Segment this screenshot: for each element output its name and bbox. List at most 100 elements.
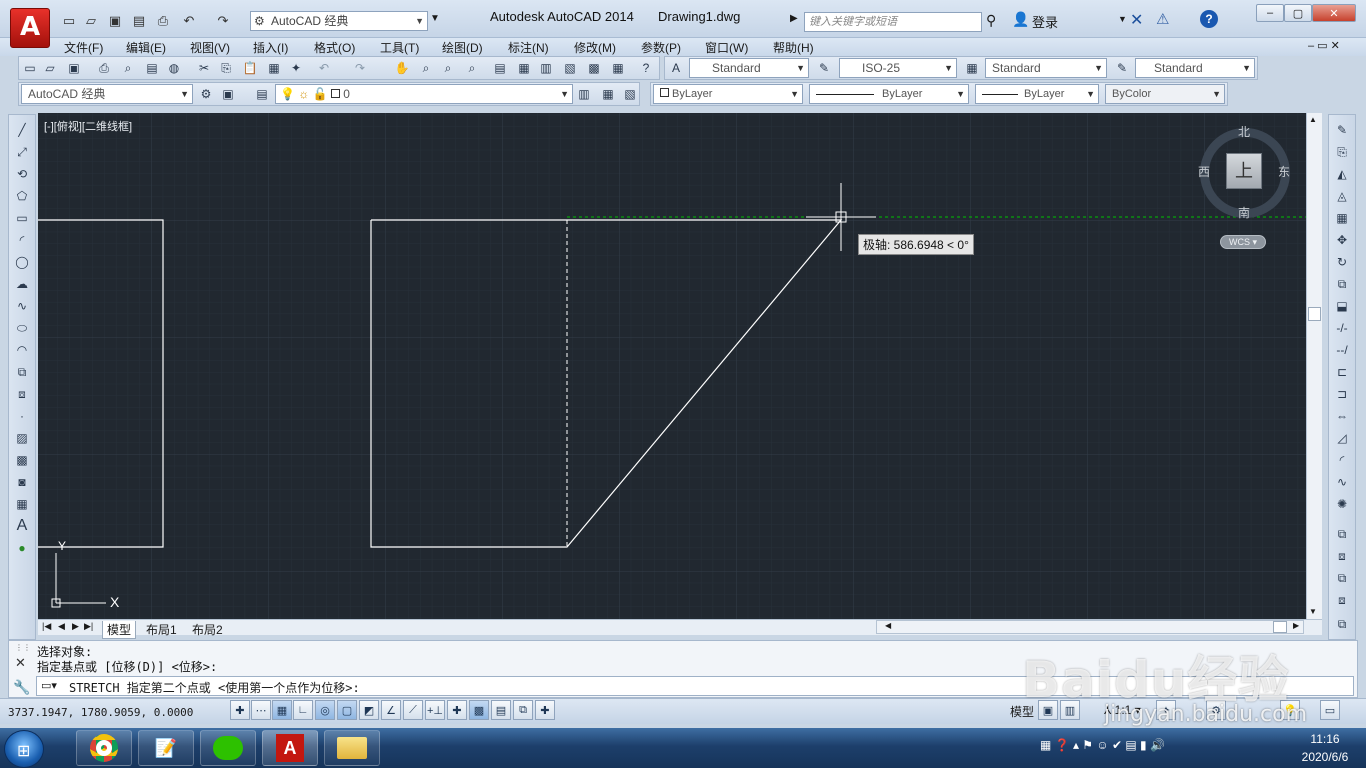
viewcube-north[interactable]: 北 <box>1238 123 1250 140</box>
print-icon[interactable]: ⎙ <box>154 12 172 30</box>
revision-cloud-icon[interactable]: ☁ <box>13 275 31 293</box>
chamfer-icon[interactable]: ◿ <box>1333 429 1351 447</box>
blend-curves-icon[interactable]: ∿ <box>1333 473 1351 491</box>
linetype-dropdown[interactable]: ByLayer ▼ <box>809 84 969 104</box>
layer-states-icon[interactable]: ▧ <box>621 85 639 103</box>
lineweight-display-icon[interactable]: ✚ <box>447 700 467 720</box>
taskbar-chrome[interactable] <box>76 730 132 766</box>
taskbar-notepad[interactable]: 📝 <box>138 730 194 766</box>
polygon-icon[interactable]: ⬠ <box>13 187 31 205</box>
horizontal-scroll-thumb[interactable] <box>1273 621 1287 633</box>
application-menu-button[interactable]: A <box>10 8 50 48</box>
layer-previous-icon[interactable]: ▦ <box>599 85 617 103</box>
clean-screen-icon[interactable]: ▭ <box>1320 700 1340 720</box>
multileader-style-icon[interactable]: ✎ <box>1113 59 1131 77</box>
construction-line-icon[interactable]: ⤢ <box>13 143 31 161</box>
menu-parametric[interactable]: 参数(P) <box>641 39 681 56</box>
tool-palettes-icon[interactable]: ▥ <box>537 59 555 77</box>
drawing-canvas[interactable]: Y X [-][俯视][二维线框] 极轴: 586.6948 < 0° 上 北 … <box>38 113 1306 619</box>
ellipse-arc-icon[interactable]: ◠ <box>13 341 31 359</box>
make-block-icon[interactable]: ⧈ <box>13 385 31 403</box>
polyline-icon[interactable]: ⟲ <box>13 165 31 183</box>
menu-window[interactable]: 窗口(W) <box>705 39 748 56</box>
tab-last-icon[interactable]: ▶| <box>84 621 93 632</box>
stretch-icon[interactable]: ⬓ <box>1333 297 1351 315</box>
point-icon[interactable]: · <box>13 407 31 425</box>
add-selected-icon[interactable]: ● <box>13 539 31 557</box>
properties-icon[interactable]: ▤ <box>491 59 509 77</box>
gradient-icon[interactable]: ▩ <box>13 451 31 469</box>
dim-style-icon[interactable]: ✎ <box>815 59 833 77</box>
menu-edit[interactable]: 编辑(E) <box>126 39 166 56</box>
maximize-button[interactable]: ▢ <box>1284 4 1312 22</box>
search-expand-icon[interactable]: ▶ <box>790 13 798 24</box>
hatch-icon[interactable]: ▨ <box>13 429 31 447</box>
multileader-style-dropdown[interactable]: Standard ▼ <box>1135 58 1255 78</box>
new-icon[interactable]: ▭ <box>21 59 39 77</box>
color-dropdown[interactable]: ByLayer ▼ <box>653 84 803 104</box>
menu-draw[interactable]: 绘图(D) <box>442 39 483 56</box>
close-button[interactable]: ✕ <box>1312 4 1356 22</box>
fillet-icon[interactable]: ◜ <box>1333 451 1351 469</box>
object-snap-icon[interactable]: ▢ <box>337 700 357 720</box>
make-current-layer-icon[interactable]: ▥ <box>575 85 593 103</box>
save-icon[interactable]: ▣ <box>65 59 83 77</box>
exchange-icon[interactable]: ✕ <box>1130 10 1143 30</box>
tab-layout1[interactable]: 布局1 <box>142 621 181 638</box>
mirror-icon[interactable]: ◭ <box>1333 165 1351 183</box>
wcs-menu[interactable]: WCS ▾ <box>1220 235 1266 249</box>
taskbar-autocad[interactable]: A <box>262 730 318 766</box>
dynamic-ucs-icon[interactable]: ⟋ <box>403 700 423 720</box>
autodesk-360-icon[interactable]: ⚠ <box>1156 10 1169 28</box>
rotate-icon[interactable]: ↻ <box>1333 253 1351 271</box>
command-close-icon[interactable]: ✕ <box>15 655 26 671</box>
customize-qat-icon[interactable]: ▼ <box>430 13 440 24</box>
snap-mode-icon[interactable]: ⋯ <box>251 700 271 720</box>
workspace-switch-dropdown[interactable]: AutoCAD 经典 ▼ <box>21 84 193 104</box>
arc-icon[interactable]: ◜ <box>13 231 31 249</box>
bring-to-front-icon[interactable]: ⧈ <box>1333 547 1351 565</box>
infer-constraints-icon[interactable]: ✚ <box>230 700 250 720</box>
plot-style-dropdown[interactable]: ByColor ▼ <box>1105 84 1225 104</box>
array-icon[interactable]: ▦ <box>1333 209 1351 227</box>
cut-icon[interactable]: ✂ <box>195 59 213 77</box>
rectangle-icon[interactable]: ▭ <box>13 209 31 227</box>
menu-tools[interactable]: 工具(T) <box>380 39 419 56</box>
join-icon[interactable]: ⇔ <box>1333 407 1351 425</box>
polar-tracking-icon[interactable]: ◎ <box>315 700 335 720</box>
transparency-icon[interactable]: ▩ <box>469 700 489 720</box>
scroll-up-icon[interactable]: ▲ <box>1309 115 1317 124</box>
extend-icon[interactable]: --/ <box>1333 341 1351 359</box>
clean-screen-icon[interactable]: ▣ <box>219 85 237 103</box>
break-at-point-icon[interactable]: ⊏ <box>1333 363 1351 381</box>
3d-dwf-icon[interactable]: ◍ <box>165 59 183 77</box>
coordinate-readout[interactable]: 3737.1947, 1780.9059, 0.0000 <box>8 706 193 719</box>
line-icon[interactable]: ╱ <box>13 121 31 139</box>
send-under-icon[interactable]: ⧉ <box>1333 615 1351 633</box>
trim-icon[interactable]: -/- <box>1333 319 1351 337</box>
paste-icon[interactable]: 📋 <box>241 59 259 77</box>
pan-icon[interactable]: ✋ <box>393 59 411 77</box>
design-center-icon[interactable]: ▦ <box>515 59 533 77</box>
erase-icon[interactable]: ✎ <box>1333 121 1351 139</box>
tray-clock-date[interactable]: 2020/6/6 <box>1288 750 1362 764</box>
open-file-icon[interactable]: ▱ <box>82 12 100 30</box>
move-icon[interactable]: ✥ <box>1333 231 1351 249</box>
bring-above-icon[interactable]: ⧈ <box>1333 591 1351 609</box>
dynamic-input-icon[interactable]: +⊥ <box>425 700 445 720</box>
copy-icon[interactable]: ⎘ <box>217 59 235 77</box>
help-icon[interactable]: ? <box>1200 10 1218 28</box>
ellipse-icon[interactable]: ⬭ <box>13 319 31 337</box>
zoom-window-icon[interactable]: ⌕ <box>439 59 457 77</box>
tab-next-icon[interactable]: ▶ <box>72 621 79 632</box>
menu-format[interactable]: 格式(O) <box>314 39 355 56</box>
region-icon[interactable]: ◙ <box>13 473 31 491</box>
scroll-left-icon[interactable]: ◀ <box>885 621 891 630</box>
save-as-icon[interactable]: ▤ <box>130 12 148 30</box>
ortho-mode-icon[interactable]: ∟ <box>293 700 313 720</box>
offset-icon[interactable]: ◬ <box>1333 187 1351 205</box>
3d-object-snap-icon[interactable]: ◩ <box>359 700 379 720</box>
workspace-dropdown[interactable]: ⚙ AutoCAD 经典 ▼ <box>250 11 428 31</box>
menu-insert[interactable]: 插入(I) <box>253 39 288 56</box>
break-icon[interactable]: ⊐ <box>1333 385 1351 403</box>
